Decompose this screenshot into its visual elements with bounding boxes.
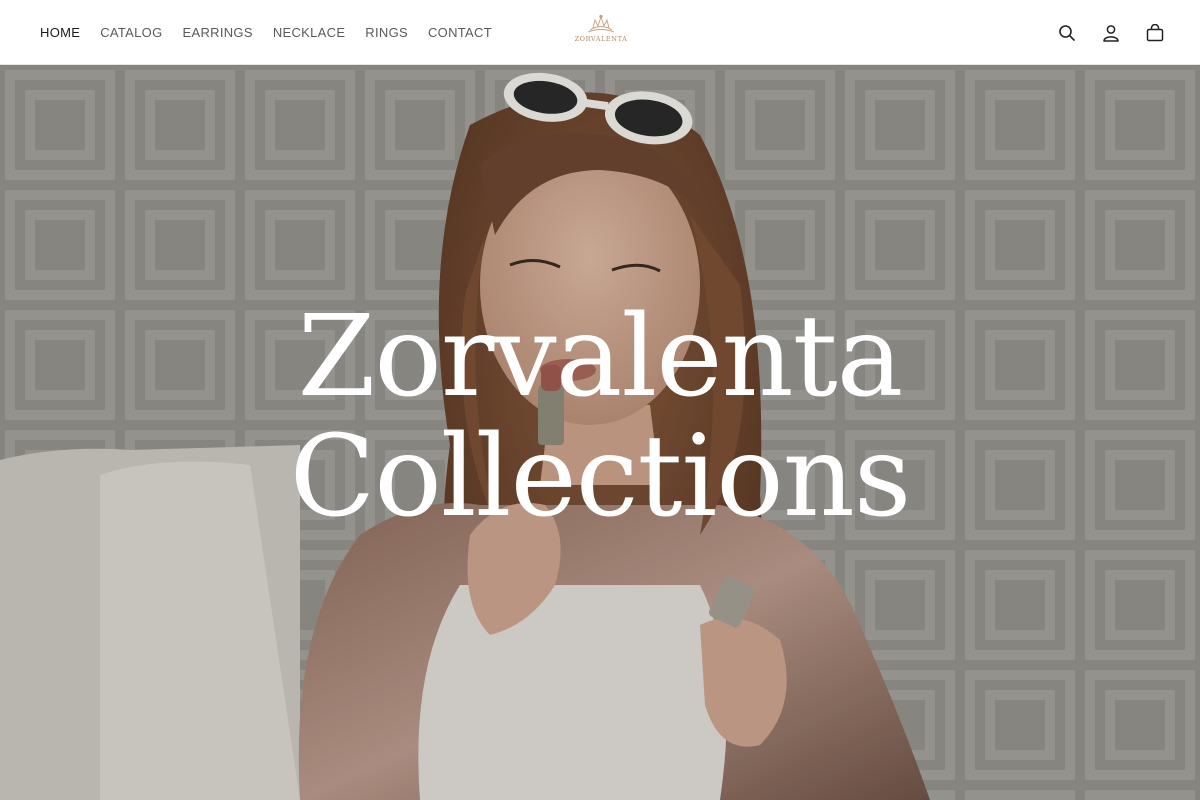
crown-logo-icon — [587, 14, 615, 33]
nav-item-earrings[interactable]: EARRINGS — [183, 25, 253, 40]
logo-text: ZORVALENTA — [574, 35, 628, 43]
nav-item-necklace[interactable]: NECKLACE — [273, 25, 345, 40]
main-nav: HOME CATALOG EARRINGS NECKLACE RINGS CON… — [40, 0, 492, 65]
nav-item-rings[interactable]: RINGS — [365, 25, 408, 40]
cart-icon[interactable] — [1144, 22, 1166, 44]
hero-title-line1: Zorvalenta — [297, 292, 904, 422]
site-logo[interactable]: ZORVALENTA — [575, 14, 627, 50]
nav-item-home[interactable]: HOME — [40, 25, 80, 40]
search-icon[interactable] — [1056, 22, 1078, 44]
header-icons — [1056, 0, 1166, 65]
nav-item-contact[interactable]: CONTACT — [428, 25, 492, 40]
site-header: HOME CATALOG EARRINGS NECKLACE RINGS CON… — [0, 0, 1200, 65]
hero-banner: Zorvalenta Collections — [0, 65, 1200, 800]
nav-item-catalog[interactable]: CATALOG — [100, 25, 162, 40]
account-icon[interactable] — [1100, 22, 1122, 44]
hero-title-line2: Collections — [289, 412, 912, 542]
